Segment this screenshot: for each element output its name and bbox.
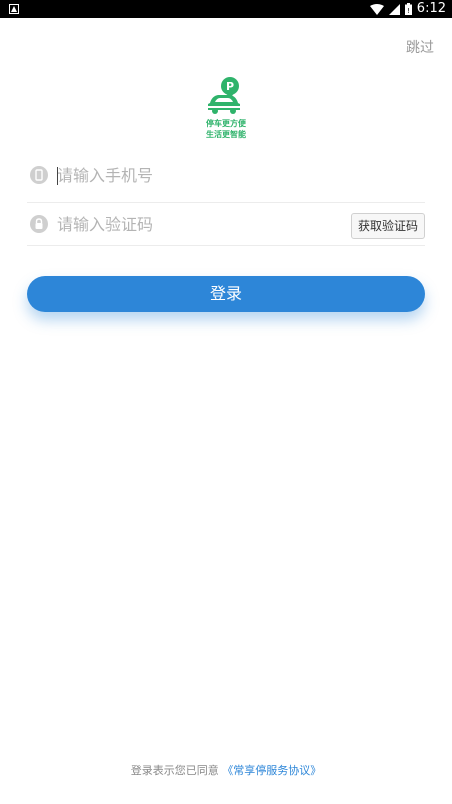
phone-input[interactable]	[57, 162, 347, 188]
app-logo: P 停车更方便 生活更智能	[196, 77, 256, 141]
code-field-row: 获取验证码	[27, 201, 425, 246]
status-icons: ! 6:12	[369, 0, 446, 18]
logo-slogan-line2: 生活更智能	[206, 130, 246, 139]
text-cursor	[57, 167, 58, 185]
logo-slogan-line1: 停车更方便	[206, 119, 246, 128]
logo-badge-letter: P	[226, 80, 234, 93]
agreement-link[interactable]: 《常享停服务协议》	[222, 764, 321, 777]
status-time: 6:12	[416, 1, 446, 16]
svg-text:!: !	[407, 7, 410, 15]
phone-icon	[30, 166, 48, 184]
login-button[interactable]: 登录	[27, 276, 425, 312]
code-input[interactable]	[57, 211, 347, 237]
wifi-icon	[369, 3, 384, 15]
notification-icon	[9, 4, 19, 14]
signal-icon	[388, 3, 400, 15]
parking-car-icon: P	[206, 77, 242, 114]
get-code-button[interactable]: 获取验证码	[350, 213, 425, 239]
lock-icon	[30, 215, 48, 233]
phone-field-row	[27, 152, 425, 203]
agreement-prefix: 登录表示您已同意	[130, 764, 219, 777]
battery-icon: !	[404, 3, 412, 15]
agreement-footer: 登录表示您已同意 《常享停服务协议》	[0, 762, 452, 778]
status-bar: ! 6:12	[0, 0, 452, 18]
skip-button[interactable]: 跳过	[406, 37, 434, 57]
